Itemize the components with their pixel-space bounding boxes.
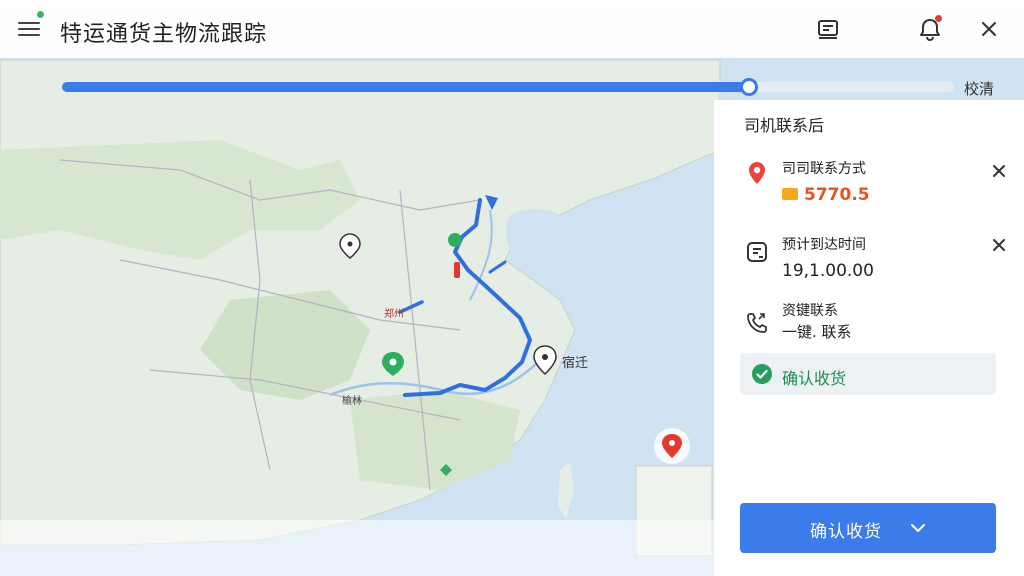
map-pin-red-small: [454, 262, 460, 278]
list-icon[interactable]: [815, 16, 841, 42]
arrival-row[interactable]: 预计到达时间 19,1.00.00: [740, 232, 1005, 286]
top-bar: 特运通货主物流跟踪: [0, 0, 1024, 58]
arrival-label: 预计到达时间: [782, 237, 866, 253]
map-label-west: 榆林: [342, 396, 362, 407]
check-circle-icon: [752, 364, 772, 384]
contact-label: 司司联系方式: [782, 161, 866, 177]
close-icon[interactable]: [976, 16, 1002, 42]
map-pin-green-north[interactable]: [448, 233, 462, 247]
map-label-mid: 郑州: [384, 309, 404, 320]
progress-label: 校清: [964, 80, 995, 98]
location-pin-icon: [744, 160, 770, 186]
schedule-icon: [744, 239, 770, 265]
progress-fill: [62, 82, 749, 92]
quick-contact-sub: 一键. 联系: [782, 323, 852, 341]
arrival-value: 19,1.00.00: [782, 261, 874, 281]
panel-title: 司机联系后: [744, 116, 825, 135]
contact-value-wrap: 5770.5: [782, 185, 870, 205]
quick-contact-row[interactable]: 资键联系 一键. 联系: [740, 300, 1000, 346]
menu-icon[interactable]: [18, 18, 40, 40]
contact-value: 5770.5: [804, 185, 870, 205]
page-title: 特运通货主物流跟踪: [60, 22, 268, 47]
map-bottom-fade: [0, 520, 714, 576]
confirm-receipt-row[interactable]: 确认收货: [740, 353, 996, 395]
phone-icon: [744, 310, 770, 336]
price-tag-icon: [782, 188, 798, 200]
bell-icon[interactable]: [917, 15, 943, 42]
confirm-receipt-label: 确认收货: [782, 369, 847, 388]
contact-row[interactable]: 司司联系方式 5770.5: [740, 156, 1005, 210]
notification-dot: [935, 15, 942, 22]
dismiss-contact-icon[interactable]: [988, 160, 1010, 182]
quick-contact-label: 资键联系: [782, 303, 838, 319]
chevron-down-icon: [911, 524, 925, 532]
confirm-receipt-button[interactable]: 确认收货: [740, 503, 996, 553]
confirm-receipt-button-label: 确认收货: [810, 522, 882, 542]
progress-knob[interactable]: [739, 78, 758, 96]
app-badge-dot: [36, 10, 45, 19]
map-label-east: 宿迁: [562, 356, 589, 371]
map-pin-red-sea[interactable]: [654, 428, 690, 464]
dismiss-arrival-icon[interactable]: [988, 234, 1010, 256]
tracking-progress-bar[interactable]: [62, 78, 954, 96]
